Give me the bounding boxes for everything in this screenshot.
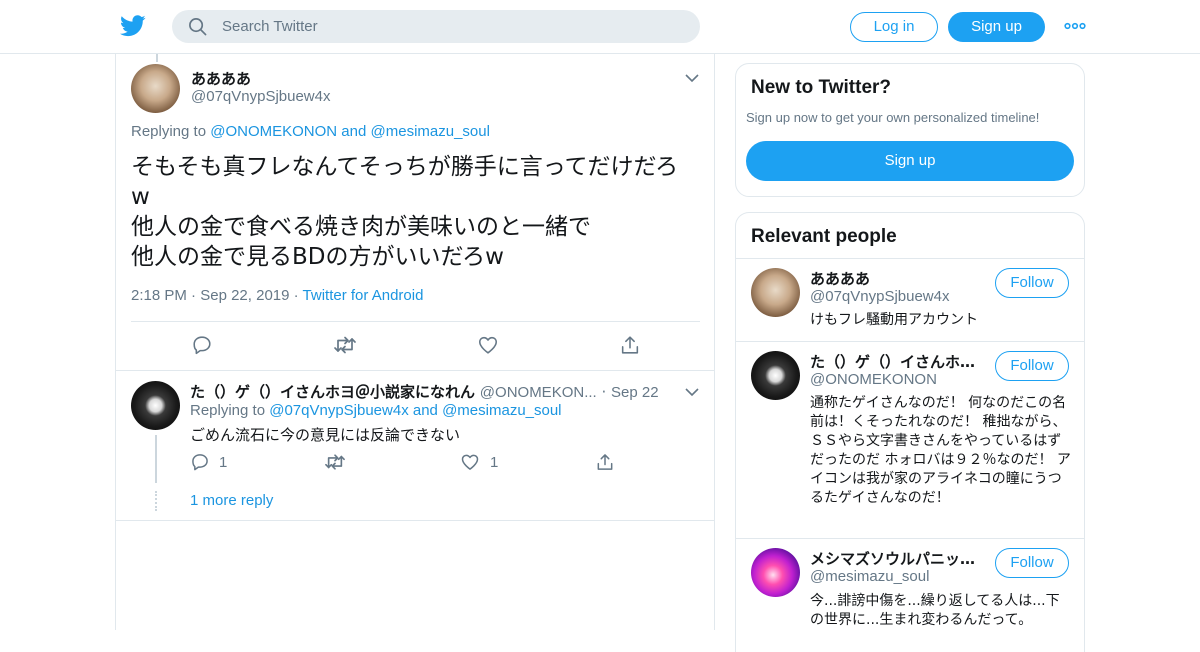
replying-prefix: Replying to xyxy=(190,402,270,419)
like-heart-icon[interactable] xyxy=(477,334,499,356)
twitter-bird-icon[interactable] xyxy=(120,14,146,38)
share-icon[interactable] xyxy=(619,334,641,356)
tweet-author-handle[interactable]: @07qVnypSjbuew4x xyxy=(191,88,330,105)
tweet-source-link[interactable]: Twitter for Android xyxy=(303,287,424,304)
reply-author-handle[interactable]: @ONOMEKON... xyxy=(480,384,597,401)
mention-link[interactable]: @mesimazu_soul xyxy=(371,123,490,140)
divider xyxy=(116,370,714,371)
sidebar-signup-button[interactable]: Sign up xyxy=(746,141,1074,181)
login-button[interactable]: Log in xyxy=(850,12,938,42)
card-title: New to Twitter? xyxy=(751,77,892,98)
like-heart-icon[interactable] xyxy=(460,452,480,472)
replying-prefix: Replying to xyxy=(131,123,211,140)
reply-icon[interactable] xyxy=(190,452,210,472)
tweet-time[interactable]: 2:18 PM xyxy=(131,287,187,304)
mention-link[interactable]: @07qVnypSjbuew4x xyxy=(269,402,408,419)
divider xyxy=(116,520,714,521)
card-title: Relevant people xyxy=(751,226,897,247)
like-count: 1 xyxy=(490,454,499,471)
share-icon[interactable] xyxy=(595,452,615,472)
divider xyxy=(736,538,1084,539)
retweet-icon[interactable] xyxy=(324,452,346,472)
follow-button[interactable]: Follow xyxy=(995,548,1069,578)
meta-separator: · xyxy=(191,287,197,304)
reply-icon[interactable] xyxy=(191,334,213,356)
top-navigation-bar: Log in Sign up xyxy=(0,0,1200,54)
tweet-actions xyxy=(191,334,641,358)
person-handle[interactable]: @07qVnypSjbuew4x xyxy=(810,288,949,305)
chevron-down-icon[interactable] xyxy=(685,73,699,83)
reply-tweet-header: た（）ゲ（）イさんホヨ＠小説家になれん @ONOMEKON... · Sep 2… xyxy=(190,381,690,402)
divider xyxy=(736,258,1084,259)
mention-link[interactable]: @mesimazu_soul xyxy=(442,402,561,419)
tweet-text: そもそも真フレなんてそっちが勝手に言ってだけだろw 他人の金で食べる焼き肉が美味… xyxy=(131,154,679,270)
meta-separator: · xyxy=(601,383,607,401)
retweet-icon[interactable] xyxy=(333,334,357,356)
more-dots-icon[interactable] xyxy=(1064,18,1086,34)
meta-separator: · xyxy=(293,287,299,304)
avatar[interactable] xyxy=(131,64,180,113)
divider xyxy=(736,341,1084,342)
mention-link[interactable]: @ONOMEKONON xyxy=(210,123,337,140)
replying-to: Replying to @07qVnypSjbuew4x and @mesima… xyxy=(190,402,562,419)
card-subtitle: Sign up now to get your own personalized… xyxy=(746,110,1040,125)
chevron-down-icon[interactable] xyxy=(685,387,699,397)
tweet-metadata: 2:18 PM · Sep 22, 2019 · Twitter for And… xyxy=(131,287,423,304)
person-name[interactable]: ああああ xyxy=(810,268,980,289)
thread-line xyxy=(156,54,158,62)
person-bio: 今...誹謗中傷を...繰り返してる人は...下の世界に...生まれ変わるんだっ… xyxy=(810,593,1060,628)
reply-count: 1 xyxy=(219,454,228,471)
reply-tweet-text: ごめん流石に今の意見には反論できない xyxy=(190,426,461,444)
thread-line xyxy=(155,435,157,483)
more-replies-link[interactable]: 1 more reply xyxy=(190,492,273,509)
tweet-column: ああああ @07qVnypSjbuew4x Replying to @ONOME… xyxy=(115,54,715,630)
person-name[interactable]: メシマズソウルパニッ… xyxy=(810,548,980,569)
signup-button[interactable]: Sign up xyxy=(948,12,1045,42)
tweet-author-name[interactable]: ああああ xyxy=(191,68,251,89)
thread-dots xyxy=(155,491,157,511)
avatar[interactable] xyxy=(131,381,180,430)
person-bio: けもフレ騒動用アカウント xyxy=(810,312,978,328)
avatar[interactable] xyxy=(751,351,800,400)
replying-and[interactable]: and xyxy=(409,402,442,419)
replying-to: Replying to @ONOMEKONON and @mesimazu_so… xyxy=(131,123,490,140)
person-bio: 通称たゲイさんなのだ！ 何なのだこの名前は！くそったれなのだ！ 稚拙ながら、ＳＳ… xyxy=(810,395,1071,506)
divider xyxy=(131,321,700,322)
reply-tweet-actions: 1 1 xyxy=(190,452,650,476)
new-to-twitter-card: New to Twitter? Sign up now to get your … xyxy=(735,63,1085,197)
search-box[interactable] xyxy=(172,10,700,43)
reply-author-name[interactable]: た（）ゲ（）イさんホヨ＠小説家になれん xyxy=(190,383,475,401)
avatar[interactable] xyxy=(751,268,800,317)
relevant-people-card: Relevant people ああああ @07qVnypSjbuew4x Fo… xyxy=(735,212,1085,652)
person-handle[interactable]: @ONOMEKONON xyxy=(810,371,937,388)
reply-date[interactable]: Sep 22 xyxy=(611,384,659,401)
follow-button[interactable]: Follow xyxy=(995,351,1069,381)
search-icon xyxy=(189,18,207,36)
person-handle[interactable]: @mesimazu_soul xyxy=(810,568,929,585)
replying-and[interactable]: and xyxy=(337,123,370,140)
avatar[interactable] xyxy=(751,548,800,597)
search-input[interactable] xyxy=(222,10,682,43)
follow-button[interactable]: Follow xyxy=(995,268,1069,298)
person-name[interactable]: た（）ゲ（）イさんホ… xyxy=(810,351,980,372)
tweet-date[interactable]: Sep 22, 2019 xyxy=(200,287,289,304)
